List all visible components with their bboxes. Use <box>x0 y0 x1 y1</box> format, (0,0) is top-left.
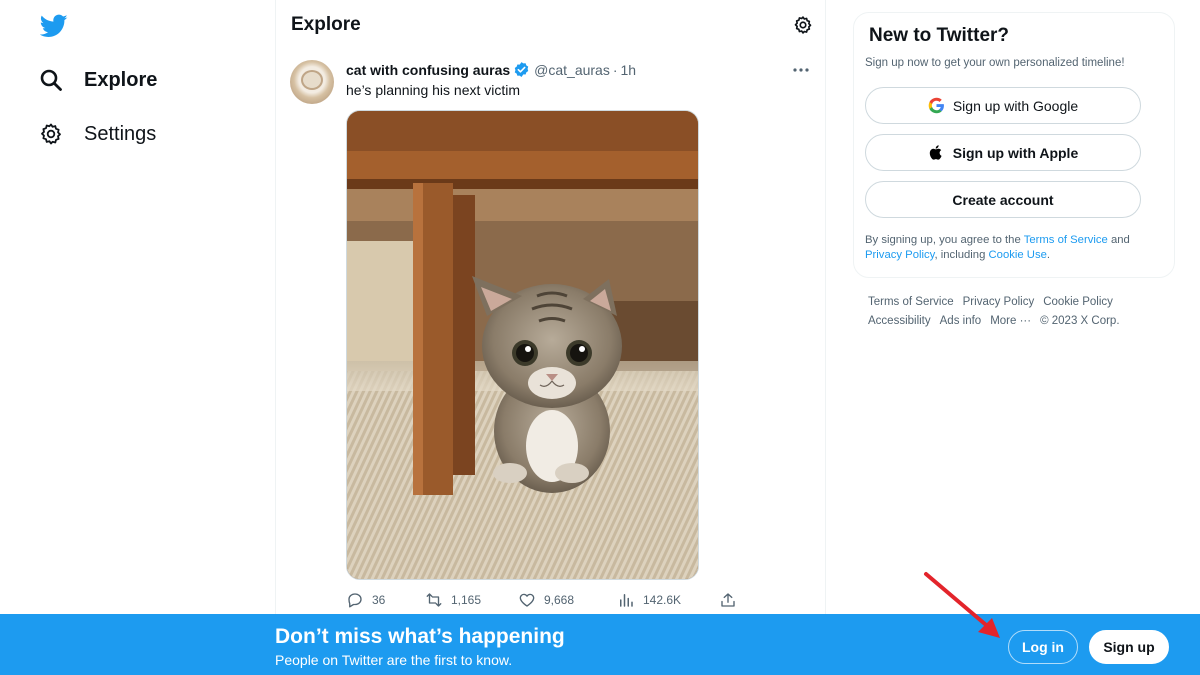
like-button[interactable]: 9,668 <box>518 591 574 609</box>
legal-text-end: . <box>1046 249 1051 261</box>
footer-privacy-link[interactable]: Privacy Policy <box>963 296 1035 308</box>
tweet-actions: 36 1,165 9,668 142.6K <box>346 590 746 610</box>
login-prompt-banner: Don’t miss what’s happening People on Tw… <box>0 614 1200 675</box>
tweet-text: he’s planning his next victim <box>346 82 521 98</box>
banner-title: Don’t miss what’s happening <box>275 625 565 648</box>
analytics-bars-icon <box>620 594 633 607</box>
create-account-button[interactable]: Create account <box>865 181 1141 218</box>
cookie-use-link[interactable]: Cookie Use <box>989 249 1047 261</box>
signup-legal-text: By signing up, you agree to the Terms of… <box>865 233 1165 263</box>
search-icon <box>38 67 64 93</box>
retweet-icon <box>426 593 442 607</box>
footer-cookie-link[interactable]: Cookie Policy <box>1043 296 1113 308</box>
main-header: Explore <box>276 0 825 52</box>
tweet-timestamp[interactable]: 1h <box>621 62 637 78</box>
avatar[interactable] <box>290 60 334 104</box>
sign-up-with-google-label: Sign up with Google <box>952 97 1079 114</box>
reply-count: 36 <box>372 593 386 607</box>
signup-card-subtitle: Sign up now to get your own personalized… <box>865 57 1125 69</box>
apple-logo-icon <box>929 145 942 160</box>
nav-item-explore[interactable]: Explore <box>38 62 157 98</box>
heart-icon <box>519 593 535 607</box>
terms-of-service-link[interactable]: Terms of Service <box>1024 234 1108 246</box>
retweet-count: 1,165 <box>451 593 482 607</box>
page-title: Explore <box>291 14 361 35</box>
create-account-label: Create account <box>952 191 1054 208</box>
share-upload-icon <box>721 593 735 607</box>
sign-up-button[interactable]: Sign up <box>1089 630 1169 664</box>
tweet-media-photo[interactable] <box>346 110 699 580</box>
views-count: 142.6K <box>643 593 682 607</box>
like-count: 9,668 <box>544 593 575 607</box>
retweet-button[interactable]: 1,165 <box>425 591 481 609</box>
views-button[interactable]: 142.6K <box>617 591 681 609</box>
sign-up-with-apple-label: Sign up with Apple <box>952 144 1079 161</box>
legal-text-prefix: By signing up, you agree to the <box>865 234 1024 246</box>
footer-accessibility-link[interactable]: Accessibility <box>868 315 931 327</box>
tweet-handle[interactable]: @cat_auras <box>534 62 610 78</box>
legal-text-including: , including <box>934 249 989 261</box>
red-arrow-annotation-icon <box>924 572 1000 638</box>
footer-copyright: © 2023 X Corp. <box>1040 315 1120 327</box>
signup-card: New to Twitter? Sign up now to get your … <box>853 12 1175 278</box>
gear-icon <box>38 121 64 147</box>
footer-more-link[interactable]: More ··· <box>990 315 1031 327</box>
sign-up-with-google-button[interactable]: Sign up with Google <box>865 87 1141 124</box>
google-logo-icon <box>928 97 944 114</box>
more-options-icon[interactable] <box>791 62 811 78</box>
footer-terms-link[interactable]: Terms of Service <box>868 296 954 308</box>
banner-subtitle: People on Twitter are the first to know. <box>275 652 513 668</box>
kitten-photo-image <box>347 111 698 579</box>
signup-card-title: New to Twitter? <box>869 25 1010 46</box>
footer-ads-info-link[interactable]: Ads info <box>940 315 982 327</box>
tweet-separator: · <box>612 61 618 78</box>
legal-text-and: and <box>1107 234 1130 246</box>
tweet-author-name[interactable]: cat with confusing auras <box>346 62 510 78</box>
gear-icon[interactable] <box>793 15 813 35</box>
footer-links: Terms of Service Privacy Policy Cookie Pol… <box>868 293 1168 331</box>
main-column: Explore cat with confusing auras @cat_au… <box>275 0 826 675</box>
tweet-header: cat with confusing auras @cat_auras · 1h <box>346 61 636 78</box>
reply-icon <box>348 593 362 608</box>
nav-item-label: Explore <box>84 68 158 91</box>
share-button[interactable] <box>719 591 737 609</box>
nav-item-settings[interactable]: Settings <box>38 116 156 152</box>
sign-up-with-apple-button[interactable]: Sign up with Apple <box>865 134 1141 171</box>
left-navigation: Explore Settings <box>0 0 275 675</box>
verified-badge-icon <box>514 62 529 77</box>
twitter-bird-icon[interactable] <box>40 12 68 40</box>
log-in-button[interactable]: Log in <box>1008 630 1078 664</box>
nav-item-label: Settings <box>84 122 157 145</box>
privacy-policy-link[interactable]: Privacy Policy <box>865 249 934 261</box>
reply-button[interactable]: 36 <box>346 591 385 609</box>
